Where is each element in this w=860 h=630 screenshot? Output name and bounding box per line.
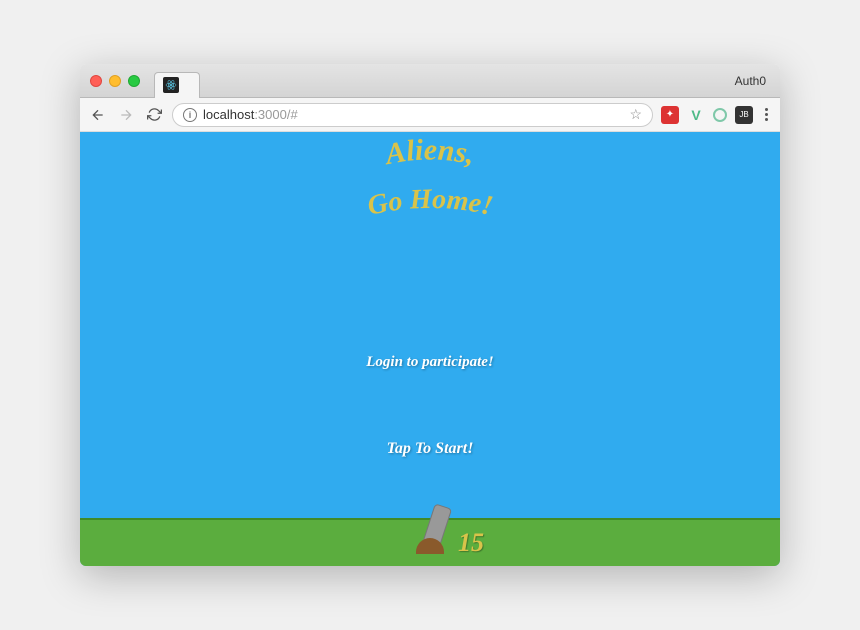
profile-label[interactable]: Auth0 (735, 74, 770, 88)
extension-icons: ✦ V JB (661, 106, 772, 124)
tab-bar: Auth0 (80, 64, 780, 98)
tap-to-start[interactable]: Tap To Start! (387, 440, 474, 458)
title-line2: Go Home! (365, 184, 496, 222)
reload-button[interactable] (144, 105, 164, 125)
extension-icon[interactable]: ✦ (661, 106, 679, 124)
bookmark-star-icon[interactable]: ☆ (629, 106, 642, 123)
url-port: :3000 (254, 107, 287, 122)
cannon (421, 504, 439, 548)
url-text: localhost:3000/# (203, 107, 623, 122)
maximize-window-button[interactable] (128, 75, 140, 87)
browser-menu-button[interactable] (761, 108, 772, 121)
back-button[interactable] (88, 105, 108, 125)
url-host: localhost (203, 107, 254, 122)
score-display: 15 (458, 528, 484, 558)
close-window-button[interactable] (90, 75, 102, 87)
extension-icon[interactable] (713, 108, 727, 122)
svg-text:Go Home!: Go Home! (365, 184, 496, 222)
react-favicon-icon (163, 77, 179, 93)
title-line1: Aliens, (381, 138, 478, 172)
vue-extension-icon[interactable]: V (687, 106, 705, 124)
url-path: /# (287, 107, 298, 122)
browser-tab[interactable] (154, 72, 200, 98)
browser-window: Auth0 i localhost:3000/# ☆ ✦ V JB (80, 64, 780, 566)
address-bar: i localhost:3000/# ☆ ✦ V JB (80, 98, 780, 132)
url-input[interactable]: i localhost:3000/# ☆ (172, 103, 653, 127)
traffic-lights (90, 75, 140, 87)
login-message[interactable]: Login to participate! (366, 354, 494, 371)
minimize-window-button[interactable] (109, 75, 121, 87)
site-info-icon[interactable]: i (183, 108, 197, 122)
game-viewport[interactable]: Aliens, Go Home! Login to participate! T… (80, 132, 780, 566)
jetbrains-extension-icon[interactable]: JB (735, 106, 753, 124)
svg-text:Aliens,: Aliens, (381, 138, 478, 172)
game-title: Aliens, Go Home! (280, 138, 580, 248)
forward-button[interactable] (116, 105, 136, 125)
